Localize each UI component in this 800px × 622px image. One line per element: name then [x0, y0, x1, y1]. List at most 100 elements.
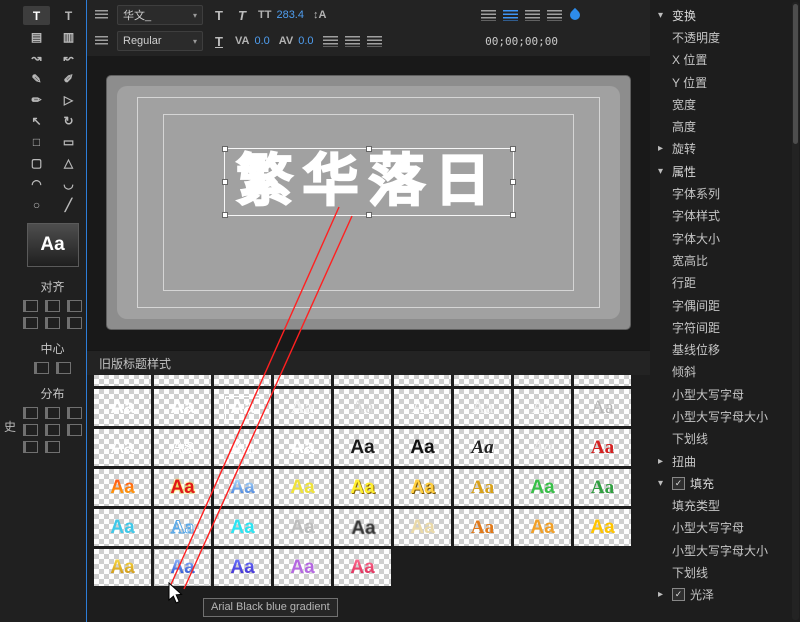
kerning-value[interactable]: 0.0: [254, 35, 269, 47]
style-swatch[interactable]: Aa: [274, 389, 331, 426]
property-row[interactable]: 小型大写字母大小: [650, 539, 800, 561]
style-swatch[interactable]: Aa: [334, 509, 391, 546]
style-swatch[interactable]: Aa: [574, 429, 631, 466]
property-section[interactable]: ▾变换: [650, 4, 800, 26]
video-frame[interactable]: 繁华落日: [106, 75, 631, 330]
property-section[interactable]: ▸✓光泽: [650, 584, 800, 606]
property-row[interactable]: 小型大写字母大小: [650, 405, 800, 427]
arc-tool[interactable]: ◡: [55, 174, 82, 193]
style-swatch[interactable]: Aa: [574, 509, 631, 546]
styles-scroll-area[interactable]: AaAaAaAaAaAaAaAaAaAaAaAaAaAaAaAaAaAaAaAa…: [87, 375, 650, 622]
selection-handle[interactable]: [510, 179, 516, 185]
style-swatch[interactable]: Aa: [214, 469, 271, 506]
rectangle-tool[interactable]: □: [23, 132, 50, 151]
font-style-select[interactable]: Regular ▾: [117, 31, 203, 51]
align-horizontal-left-icon[interactable]: [23, 300, 38, 312]
selection-handle[interactable]: [222, 146, 228, 152]
add-anchor-point-tool[interactable]: ✐: [55, 69, 82, 88]
round-rectangle-tool[interactable]: △: [55, 153, 82, 172]
style-swatch[interactable]: Aa: [334, 389, 391, 426]
font-size-value[interactable]: 283.4: [276, 9, 304, 21]
insert-logo-icon[interactable]: [367, 36, 382, 47]
style-swatch[interactable]: Aa: [394, 509, 451, 546]
distribute-vertical-even-icon[interactable]: [45, 441, 60, 453]
italic-icon[interactable]: T: [235, 8, 249, 23]
center-horizontal-icon[interactable]: [34, 362, 49, 374]
style-swatch[interactable]: Aa: [154, 375, 211, 386]
convert-anchor-point-tool[interactable]: ▷: [55, 90, 82, 109]
distribute-vertical-bottom-icon[interactable]: [67, 424, 82, 436]
property-row[interactable]: X 位置: [650, 49, 800, 71]
pen-tool[interactable]: ✎: [23, 69, 50, 88]
style-swatch[interactable]: Aa: [514, 509, 571, 546]
align-right-icon[interactable]: [525, 10, 540, 21]
distribute-horizontal-right-icon[interactable]: [67, 407, 82, 419]
style-swatch[interactable]: Aa: [274, 509, 331, 546]
style-swatch[interactable]: Aa: [274, 469, 331, 506]
style-swatch[interactable]: Aa: [394, 375, 451, 386]
chevron-down-icon[interactable]: ▾: [658, 166, 672, 177]
style-swatch[interactable]: Aa: [94, 389, 151, 426]
property-section[interactable]: ▾✓填充: [650, 472, 800, 494]
style-swatch[interactable]: Aa: [154, 469, 211, 506]
property-row[interactable]: 行距: [650, 272, 800, 294]
distribute-horizontal-center-icon[interactable]: [45, 407, 60, 419]
property-row[interactable]: 下划线: [650, 561, 800, 583]
underline-icon[interactable]: T: [212, 34, 226, 49]
clipped-corner-rectangle-tool[interactable]: ▭: [55, 132, 82, 151]
selection-handle[interactable]: [510, 212, 516, 218]
chevron-right-icon[interactable]: ▸: [658, 456, 672, 467]
scrollbar-thumb[interactable]: [793, 4, 798, 144]
type-tool[interactable]: T: [23, 6, 50, 25]
tracking-value[interactable]: 0.0: [298, 35, 313, 47]
style-swatch[interactable]: Aa: [394, 469, 451, 506]
history-panel-tab[interactable]: 史: [4, 418, 16, 435]
style-swatch[interactable]: Aa: [454, 469, 511, 506]
style-swatch[interactable]: Aa: [154, 549, 211, 586]
align-vertical-center-icon[interactable]: [45, 317, 60, 329]
property-row[interactable]: 下划线: [650, 428, 800, 450]
kerning-field[interactable]: VA 0.0: [235, 35, 270, 47]
style-swatch[interactable]: Aa: [274, 549, 331, 586]
property-row[interactable]: 基线位移: [650, 338, 800, 360]
style-swatch[interactable]: Aa: [154, 509, 211, 546]
style-swatch[interactable]: Aa: [514, 375, 571, 386]
title-text[interactable]: 繁华落日: [237, 149, 501, 214]
align-vertical-top-icon[interactable]: [23, 317, 38, 329]
property-row[interactable]: 填充类型: [650, 495, 800, 517]
font-size-field[interactable]: TT 283.4: [258, 9, 304, 21]
style-swatch[interactable]: Aa: [274, 375, 331, 386]
ink-droplet-icon[interactable]: [568, 8, 582, 22]
distribute-horizontal-even-icon[interactable]: [23, 441, 38, 453]
style-swatch[interactable]: Aa: [514, 389, 571, 426]
vertical-area-type-tool[interactable]: ▥: [55, 27, 82, 46]
style-swatch[interactable]: Aa: [454, 509, 511, 546]
style-swatch[interactable]: Aa: [514, 469, 571, 506]
style-swatch[interactable]: Aa: [574, 389, 631, 426]
property-section[interactable]: ▾属性: [650, 160, 800, 182]
style-swatch[interactable]: Aa: [334, 429, 391, 466]
selection-tool[interactable]: ↖: [23, 111, 50, 130]
bold-icon[interactable]: T: [212, 8, 226, 23]
property-row[interactable]: 不透明度: [650, 26, 800, 48]
chevron-right-icon[interactable]: ▸: [658, 143, 672, 154]
property-row[interactable]: 小型大写字母: [650, 517, 800, 539]
selection-handle[interactable]: [510, 146, 516, 152]
style-swatch[interactable]: Aa: [334, 375, 391, 386]
style-swatch[interactable]: Aa: [214, 375, 271, 386]
font-family-select[interactable]: 华文_ ▾: [117, 5, 203, 25]
property-row[interactable]: 宽度: [650, 93, 800, 115]
style-swatch[interactable]: Aa: [94, 549, 151, 586]
align-justify-icon[interactable]: [547, 10, 562, 21]
property-section[interactable]: ▸扭曲: [650, 450, 800, 472]
align-horizontal-center-icon[interactable]: [45, 300, 60, 312]
style-swatch[interactable]: Aa: [514, 429, 571, 466]
align-left-icon[interactable]: [481, 10, 496, 21]
rounded-rectangle-tool[interactable]: ▢: [23, 153, 50, 172]
styles-menu-icon[interactable]: [95, 10, 108, 20]
checkbox[interactable]: ✓: [672, 477, 685, 490]
ellipse-tool[interactable]: ○: [23, 195, 50, 214]
selection-handle[interactable]: [366, 212, 372, 218]
rotation-tool[interactable]: ↻: [55, 111, 82, 130]
style-swatch[interactable]: Aa: [94, 509, 151, 546]
